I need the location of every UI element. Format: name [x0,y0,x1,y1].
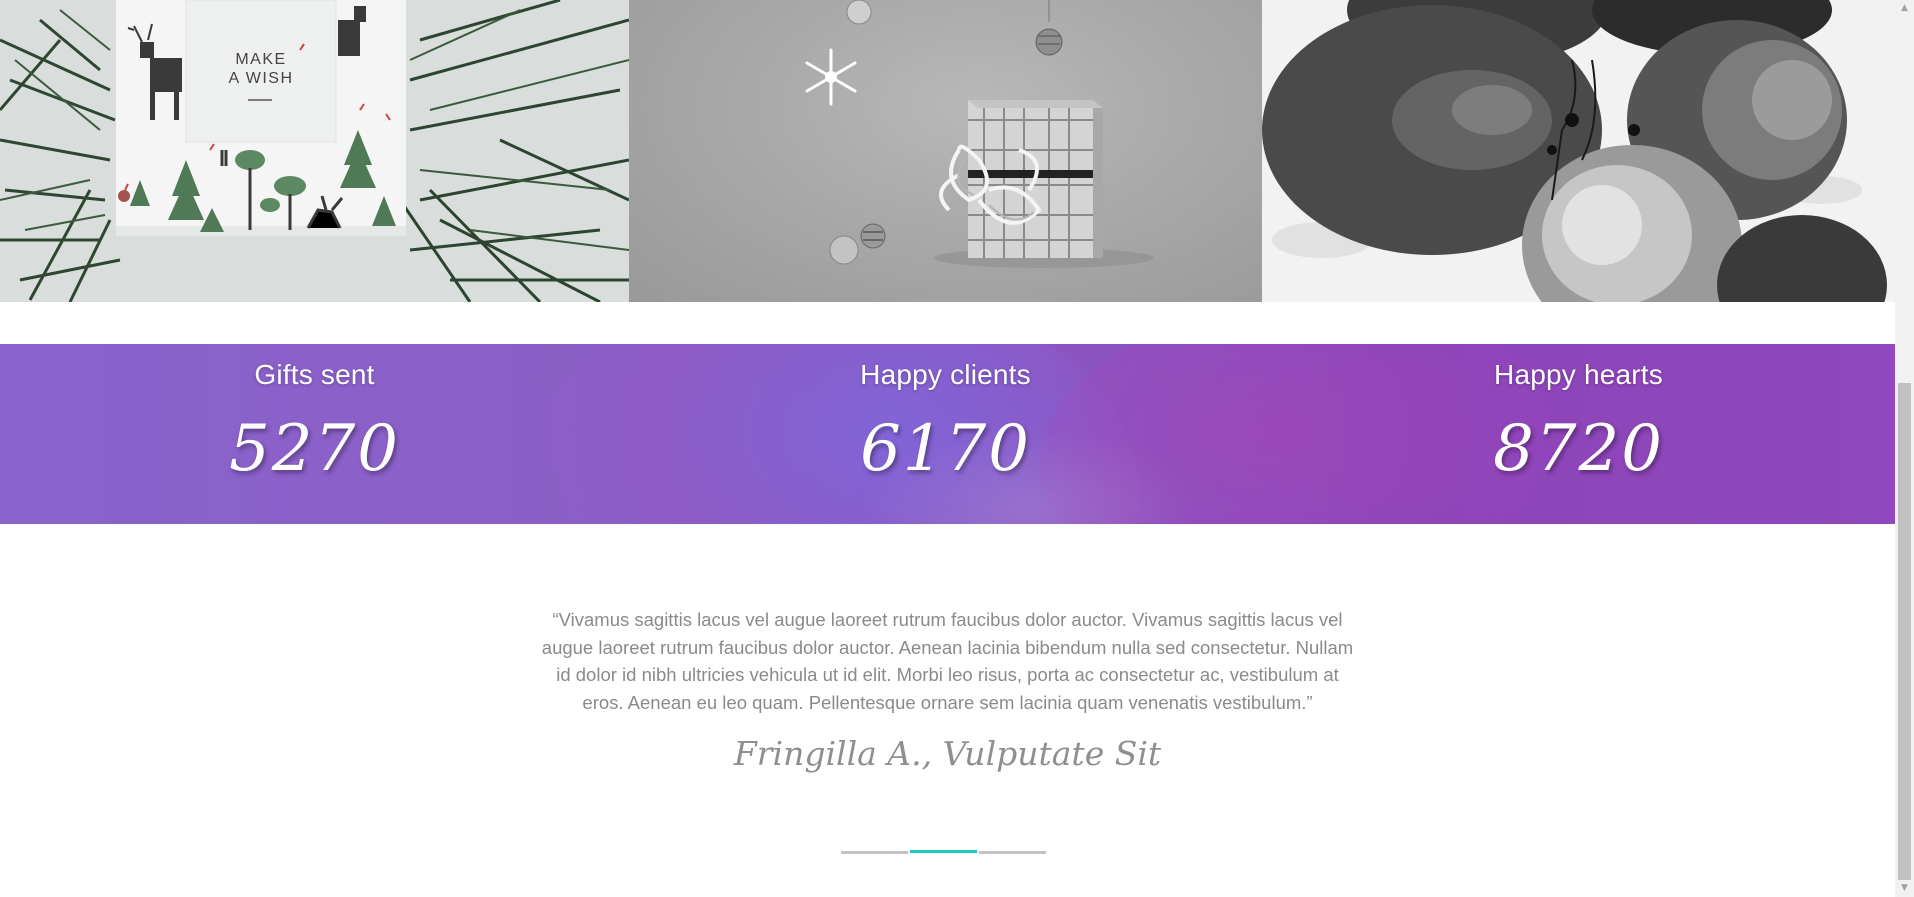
stat-label: Gifts sent [254,359,375,390]
gallery-image-balloons [1262,0,1895,302]
stat-happy-hearts: Happy hearts 8720 [1262,344,1895,524]
gallery-image-plaid-gift [629,0,1262,302]
scrollbar-thumb[interactable] [1898,383,1911,880]
gift-tag-line-1: MAKE [235,51,287,68]
slider-pagination [841,850,1050,856]
slider-dot-1[interactable] [841,851,908,854]
scroll-down-arrow-icon[interactable]: ▼ [1895,880,1914,897]
slider-dot-2-active[interactable] [910,850,977,853]
stat-label: Happy clients [860,359,1031,390]
stats-counter-section: Gifts sent 5270 Happy clients 6170 Happy… [0,344,1895,524]
testimonial-slider: “Vivamus sagittis lacus vel augue laoree… [540,606,1355,776]
stat-value: 5270 [229,412,400,486]
stat-label: Happy hearts [1494,359,1663,390]
balloons-illustration [1262,0,1895,302]
gift-tag-line-2: A WISH [228,70,294,87]
stat-value: 8720 [1493,412,1664,486]
stat-gifts-sent: Gifts sent 5270 [0,344,629,524]
image-gallery: MAKE A WISH [0,0,1895,302]
gift-wrap-illustration [0,0,629,302]
page-scrollbar[interactable]: ▲ ▼ [1895,0,1914,897]
scroll-up-arrow-icon[interactable]: ▲ [1895,0,1914,17]
gallery-image-gift-make-a-wish: MAKE A WISH [0,0,629,302]
slider-dot-3[interactable] [979,851,1046,854]
testimonial-quote: “Vivamus sagittis lacus vel augue laoree… [541,609,1354,713]
plaid-gift-illustration [805,0,1154,268]
stat-value: 6170 [860,412,1031,486]
gift-tag-text: MAKE A WISH [186,50,336,88]
testimonial-author: Fringilla A., Vulputate Sit [733,734,1162,773]
stat-happy-clients: Happy clients 6170 [629,344,1262,524]
